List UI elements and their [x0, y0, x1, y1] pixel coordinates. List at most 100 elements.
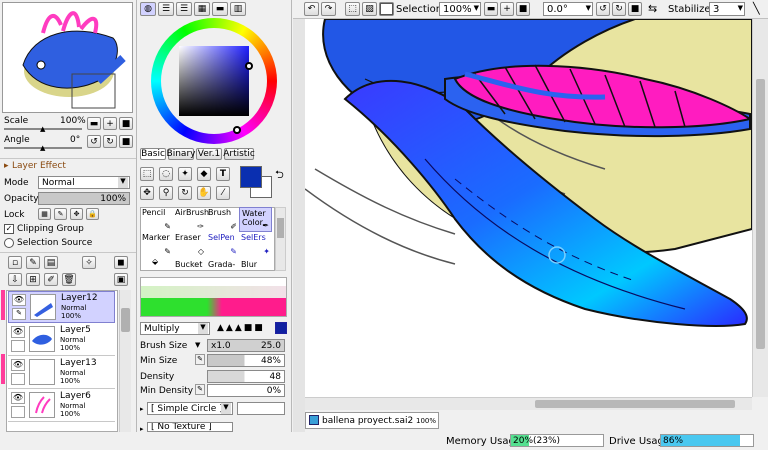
rotation-select[interactable]: 0.0° ▼ — [543, 2, 593, 16]
rotate-icon[interactable]: ↻ — [178, 186, 192, 200]
scale-slider-thumb[interactable]: ▲ — [40, 125, 45, 133]
scrollbar-thumb[interactable] — [535, 400, 735, 408]
tool-pencil[interactable]: Pencil ✎ — [140, 207, 173, 232]
flip-horizontal-icon[interactable]: ⇆ — [648, 2, 657, 15]
color-wheel-mode-icon[interactable]: ◍ — [140, 2, 156, 16]
pen-icon[interactable]: ✎ — [12, 308, 26, 320]
new-vector-layer-icon[interactable]: ✎ — [26, 256, 40, 269]
tool-gradation[interactable]: Grada- — [206, 257, 239, 271]
hard-edge-shape-icon[interactable] — [275, 322, 287, 334]
rotate-right-button[interactable]: ↻ — [103, 135, 117, 148]
straight-line-icon[interactable]: ╲ — [753, 2, 760, 15]
deselect-icon[interactable]: ⬚ — [345, 2, 360, 16]
lasso-icon[interactable]: ◌ — [159, 167, 173, 181]
new-layer-icon[interactable]: ▫ — [8, 256, 22, 269]
visibility-eye-icon[interactable]: 👁 — [11, 359, 25, 371]
invert-select-icon[interactable]: ▨ — [362, 2, 377, 16]
zoom-out-button[interactable]: ▬ — [87, 117, 101, 130]
layer-mask-icon[interactable]: ◼ — [114, 256, 128, 269]
pressure-icon[interactable]: ✎ — [195, 384, 205, 395]
tool-selers[interactable]: SelErs ✦ — [239, 232, 272, 257]
selection-source-radio[interactable] — [4, 238, 14, 248]
brush-size-slider[interactable]: x1.0 25.0 — [207, 339, 285, 352]
zoom-in-button[interactable]: + — [103, 117, 117, 130]
tool-marker[interactable]: Marker ✎ — [140, 232, 173, 257]
tool-blur[interactable]: Blur — [239, 257, 272, 271]
rotate-reset-button[interactable]: ■ — [628, 2, 642, 16]
lock-transparency-icon[interactable]: ▦ — [38, 208, 51, 220]
brush-edge-shapes[interactable]: ▲▲▲■■ — [217, 323, 265, 333]
zoom-select[interactable]: 100% ▼ — [439, 2, 481, 16]
tool-extra[interactable]: ⬙ — [140, 257, 173, 271]
visibility-eye-icon[interactable]: 👁 — [12, 294, 26, 306]
layer-lock-box[interactable] — [11, 340, 25, 352]
layer-effect-icon[interactable]: ✧ — [82, 256, 96, 269]
new-folder-icon[interactable]: ▤ — [44, 256, 58, 269]
lock-move-icon[interactable]: ✥ — [70, 208, 83, 220]
hand-icon[interactable]: ✋ — [197, 186, 211, 200]
layer-lock-box[interactable] — [11, 406, 25, 418]
layer-mode-select[interactable]: Normal ▼ — [38, 176, 130, 189]
mask-extra-icon[interactable]: ▣ — [114, 273, 128, 286]
texture-select[interactable]: [ No Texture ] — [147, 422, 233, 432]
density-slider[interactable]: 48 — [207, 370, 285, 383]
visibility-eye-icon[interactable]: 👁 — [11, 392, 25, 404]
eyedropper-icon[interactable]: ⁄ — [216, 186, 230, 200]
delete-layer-icon[interactable]: 🗑 — [62, 273, 76, 286]
pressure-icon[interactable]: ✎ — [195, 354, 205, 365]
opacity-slider[interactable]: 100% — [38, 192, 130, 205]
rgb-slider-icon[interactable]: ☰ — [158, 2, 174, 16]
rotate-left-button[interactable]: ↺ — [596, 2, 610, 16]
drawing-canvas[interactable] — [305, 19, 752, 397]
primary-color-swatch[interactable] — [240, 166, 262, 188]
angle-slider-thumb[interactable]: ▲ — [40, 144, 45, 152]
stabilizer-select[interactable]: 3 ▼ — [709, 2, 745, 16]
expand-arrow-icon[interactable]: ▸ — [140, 405, 144, 413]
clear-layer-icon[interactable]: ✐ — [44, 273, 58, 286]
layer-lock-box[interactable] — [11, 373, 25, 385]
zoom-in-button[interactable]: + — [500, 2, 514, 16]
zoom-out-button[interactable]: ▬ — [484, 2, 498, 16]
min-density-slider[interactable]: 0% — [207, 384, 285, 397]
zoom-reset-button[interactable]: ■ — [516, 2, 530, 16]
layer-row[interactable]: 👁 Layer6 Normal 100% — [8, 390, 115, 422]
tool-grid-scrollbar[interactable] — [275, 207, 286, 271]
lock-paint-icon[interactable]: ✎ — [54, 208, 67, 220]
scrollbar-thumb[interactable] — [121, 308, 130, 332]
zoom-icon[interactable]: ⚲ — [159, 186, 173, 200]
clipping-group-checkbox[interactable]: ✓ — [4, 224, 14, 234]
blend-mode-select[interactable]: Multiply ▼ — [140, 322, 210, 335]
shape-icon[interactable]: ◆ — [197, 167, 211, 181]
scrollbar-thumb[interactable] — [756, 79, 765, 349]
sv-picker-handle[interactable] — [245, 62, 253, 70]
transfer-down-icon[interactable]: ⇩ — [8, 273, 22, 286]
tab-binary[interactable]: Binary — [167, 148, 195, 160]
tool-watercolor[interactable]: Water Color ✒ — [239, 207, 272, 232]
merge-down-icon[interactable]: ⊞ — [26, 273, 40, 286]
color-wheel[interactable] — [151, 18, 277, 144]
document-tab[interactable]: ballena proyect.sai2 100% — [305, 412, 439, 429]
brush-shape-select[interactable]: [ Simple Circle ] ▼ — [147, 402, 233, 415]
layer-row[interactable]: 👁 Layer5 Normal 100% — [8, 324, 115, 356]
tab-basic[interactable]: Basic — [140, 148, 166, 160]
scratchpad-icon[interactable]: ▬ — [212, 2, 228, 16]
lock-all-icon[interactable]: 🔒 — [86, 208, 99, 220]
tool-brush[interactable]: Brush ✐ — [206, 207, 239, 232]
palette-icon[interactable]: ▥ — [230, 2, 246, 16]
layer-effect-header[interactable]: ▸ Layer Effect — [0, 158, 136, 172]
tool-bucket[interactable]: Bucket — [173, 257, 206, 271]
swap-colors-icon[interactable]: ⮌ — [275, 166, 284, 185]
canvas-horizontal-scrollbar[interactable] — [305, 397, 752, 410]
hsv-slider-icon[interactable]: ☰ — [176, 2, 192, 16]
brush-size-dropdown-icon[interactable]: ▼ — [195, 341, 200, 349]
hue-picker-handle[interactable] — [233, 126, 241, 134]
saturation-value-square[interactable] — [179, 46, 249, 116]
layer-row[interactable]: 👁 ✎ Layer12 Normal 100% — [8, 291, 115, 323]
tab-ver1[interactable]: Ver.1 — [196, 148, 222, 160]
redo-icon[interactable]: ↷ — [321, 2, 336, 16]
tool-selpen[interactable]: SelPen ✎ — [206, 232, 239, 257]
min-size-slider[interactable]: 48% — [207, 354, 285, 367]
undo-icon[interactable]: ↶ — [304, 2, 319, 16]
canvas-vertical-scrollbar[interactable] — [752, 19, 768, 397]
layer-row[interactable]: 👁 Layer13 Normal 100% — [8, 357, 115, 389]
